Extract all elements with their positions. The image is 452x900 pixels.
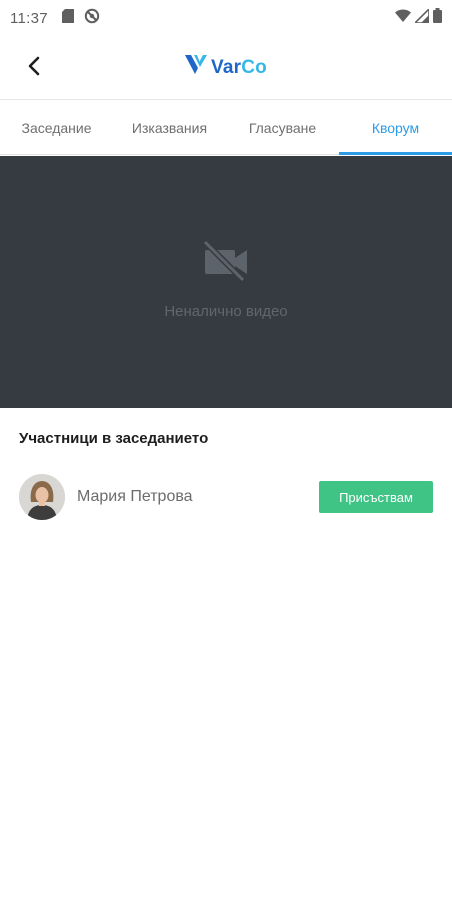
video-off-icon — [201, 238, 251, 289]
status-left-icons — [61, 8, 100, 29]
arrow-left-icon — [27, 56, 41, 81]
app-header: VarCo — [0, 36, 452, 100]
signal-icon — [413, 6, 430, 28]
tab-voting[interactable]: Гласуване — [226, 101, 339, 154]
no-disturb-icon — [84, 8, 100, 29]
logo-text-prefix: Var — [211, 56, 242, 78]
status-bar: 11:37 — [0, 0, 452, 36]
tab-statements[interactable]: Изказвания — [113, 101, 226, 154]
logo-mark-icon — [185, 54, 209, 81]
status-time: 11:37 — [10, 9, 48, 27]
video-unavailable-text: Неналично видео — [164, 303, 288, 320]
video-area: Неналично видео — [0, 156, 452, 408]
logo-text: VarCo — [211, 57, 267, 79]
participant-row: Мария Петрова Присъствам — [19, 472, 433, 522]
sd-card-icon — [61, 8, 74, 28]
battery-icon — [433, 8, 442, 28]
present-button[interactable]: Присъствам — [319, 481, 433, 513]
status-right-icons — [395, 6, 442, 28]
back-button[interactable] — [14, 48, 54, 88]
tab-bar: Заседание Изказвания Гласуване Кворум — [0, 101, 452, 155]
varco-logo: VarCo — [185, 54, 267, 81]
logo-text-suffix: Co — [241, 56, 267, 78]
participants-title: Участници в заседанието — [19, 430, 209, 447]
participant-name: Мария Петрова — [77, 488, 193, 505]
tab-session[interactable]: Заседание — [0, 101, 113, 154]
tab-quorum[interactable]: Кворум — [339, 101, 452, 155]
avatar — [19, 474, 65, 520]
wifi-icon — [395, 9, 411, 28]
